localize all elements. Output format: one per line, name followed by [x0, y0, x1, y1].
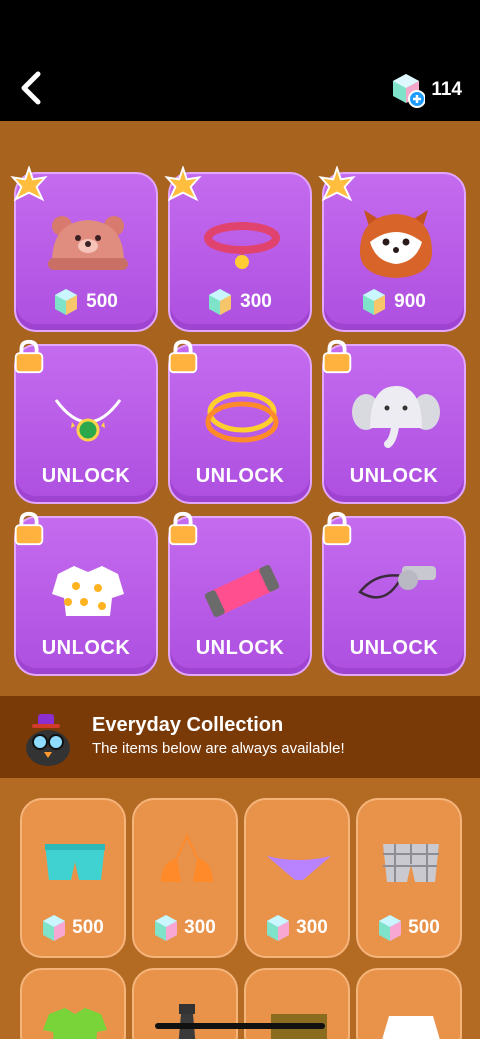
price-value: 500: [86, 291, 118, 312]
price-tag: 500: [16, 288, 156, 316]
unlock-label: UNLOCK: [349, 465, 439, 487]
shop-item-sweatband[interactable]: UNLOCK: [168, 511, 312, 676]
necklace-icon: [54, 399, 122, 442]
unlock-label: UNLOCK: [349, 637, 439, 659]
white-skirt-icon: [382, 1016, 440, 1039]
bikini-bottom-icon: [267, 856, 331, 880]
everyday-item-plaid-shorts[interactable]: 500: [356, 798, 462, 958]
price-value: 500: [72, 917, 104, 938]
unlock-label: UNLOCK: [41, 465, 131, 487]
gem-balance[interactable]: 114: [391, 72, 462, 108]
bikini-top-icon: [161, 833, 213, 882]
shop-item-bear-hat[interactable]: 500: [10, 166, 158, 332]
green-shirt-icon: [43, 1008, 107, 1039]
gem-add-icon: [393, 74, 426, 108]
price-tag: 300: [246, 914, 348, 942]
shop-item-collar[interactable]: 300: [164, 166, 312, 332]
price-tag: 500: [22, 914, 124, 942]
plaid-shorts-icon: [383, 844, 439, 882]
gem-icon: [43, 915, 66, 941]
gem-icon: [379, 915, 402, 941]
shorts-icon: [45, 844, 105, 880]
shop-item-elephant-hat[interactable]: UNLOCK: [322, 339, 466, 504]
bear-hat-icon: [48, 216, 128, 270]
price-value: 500: [408, 917, 440, 938]
price-tag: 900: [324, 288, 464, 316]
everyday-item-bikini-bottom[interactable]: 300: [244, 798, 350, 958]
rings-icon: [205, 391, 279, 443]
brown-pants-icon: [271, 1014, 327, 1039]
shop-item-rings[interactable]: UNLOCK: [168, 339, 312, 504]
gem-icon: [267, 915, 290, 941]
tie-icon: [178, 1004, 196, 1039]
everyday-item-bikini-top[interactable]: 300: [132, 798, 238, 958]
price-value: 300: [240, 291, 272, 312]
collection-banner: Everyday Collection The items below are …: [0, 696, 480, 778]
sweatband-icon: [204, 564, 280, 618]
back-arrow-icon[interactable]: [14, 70, 50, 106]
everyday-grid: 500 300 300 500: [0, 778, 480, 1039]
shop-item-pineapple-shirt[interactable]: UNLOCK: [14, 511, 158, 676]
gem-icon: [55, 289, 78, 315]
pineapple-shirt-icon: [52, 566, 124, 616]
everyday-item-card[interactable]: [356, 968, 462, 1039]
gem-count: 114: [431, 79, 462, 100]
price-tag: 300: [134, 914, 236, 942]
everyday-item-shorts[interactable]: 500: [20, 798, 126, 958]
shop-item-red-panda-hood[interactable]: 900: [318, 166, 466, 332]
red-panda-hood-icon: [360, 210, 432, 278]
unlock-label: UNLOCK: [41, 637, 131, 659]
elephant-hat-icon: [352, 386, 440, 448]
unlock-label: UNLOCK: [195, 465, 285, 487]
price-tag: 300: [170, 288, 310, 316]
price-value: 300: [296, 917, 328, 938]
shop-item-whistle[interactable]: UNLOCK: [322, 511, 466, 676]
collection-subtitle: The items below are always available!: [92, 740, 345, 757]
price-tag: 500: [358, 914, 460, 942]
price-value: 900: [394, 291, 426, 312]
whistle-icon: [358, 566, 436, 599]
everyday-item-card[interactable]: [20, 968, 126, 1039]
mascot-avatar: [26, 714, 70, 766]
gem-icon: [363, 289, 386, 315]
home-indicator[interactable]: [155, 1023, 325, 1029]
collar-icon: [204, 222, 280, 269]
gem-icon: [209, 289, 232, 315]
top-bar: 114: [0, 0, 480, 121]
shop-item-necklace[interactable]: UNLOCK: [14, 339, 158, 504]
gem-icon: [155, 915, 178, 941]
unlock-label: UNLOCK: [195, 637, 285, 659]
price-value: 300: [184, 917, 216, 938]
collection-title: Everyday Collection: [92, 714, 284, 736]
